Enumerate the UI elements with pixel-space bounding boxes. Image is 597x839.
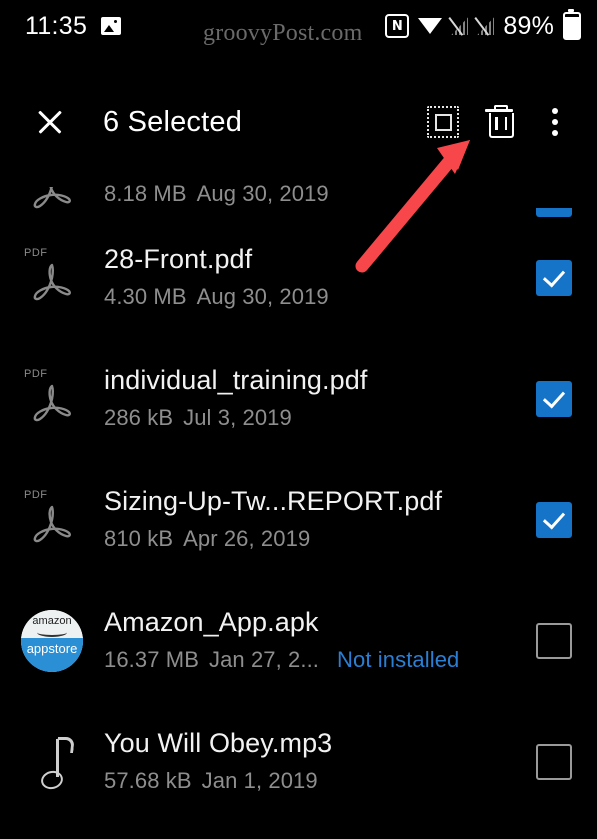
battery-percent-label: 89%	[503, 11, 554, 40]
checkbox-unchecked[interactable]	[536, 622, 572, 659]
list-item[interactable]: PDF Sizing-Up-Tw...REPORT.pdf 810 kB Apr …	[0, 459, 597, 580]
file-name: 28-Front.pdf	[104, 244, 253, 275]
file-name: You Will Obey.mp3	[104, 728, 333, 759]
file-checkbox-wrap[interactable]	[511, 580, 597, 701]
select-all-icon	[427, 106, 459, 138]
file-type-icon-wrap: PDF	[0, 217, 104, 338]
overflow-menu-icon	[552, 108, 558, 136]
file-meta: 57.68 kB Jan 1, 2019	[104, 766, 499, 796]
list-item[interactable]: PDF 8.18 MB Aug 30, 2019	[0, 156, 597, 217]
list-item[interactable]: PDF 28-Front.pdf 4.30 MB Aug 30, 2019	[0, 217, 597, 338]
status-bar-left-icons	[101, 17, 122, 35]
file-meta: 810 kB Apr 26, 2019	[104, 524, 499, 554]
selection-toolbar: 6 Selected	[0, 88, 597, 156]
file-date: Apr 26, 2019	[183, 526, 311, 552]
image-icon	[101, 17, 122, 35]
signal-off-icon	[448, 17, 469, 36]
file-name: individual_training.pdf	[104, 365, 368, 396]
phone-screen: 11:35 N 89% groovyPost.com 6 Selected 8.…	[0, 0, 597, 839]
pdf-icon: PDF	[22, 368, 82, 430]
file-date: Jan 1, 2019	[201, 768, 318, 794]
file-type-icon-wrap: PDF	[0, 338, 104, 459]
file-name: Amazon_App.apk	[104, 607, 319, 638]
status-bar-right-icons: N 89%	[385, 0, 581, 52]
list-item[interactable]: You Will Obey.mp3 57.68 kB Jan 1, 2019	[0, 701, 597, 822]
list-item[interactable]: amazon appstore Amazon_App.apk 16.37 MB J…	[0, 580, 597, 701]
file-checkbox-wrap[interactable]	[511, 217, 597, 338]
delete-icon	[485, 105, 514, 138]
file-meta: 286 kB Jul 3, 2019	[104, 403, 499, 433]
list-item[interactable]: PDF individual_training.pdf 286 kB Jul 3,…	[0, 338, 597, 459]
file-info: Sizing-Up-Tw...REPORT.pdf 810 kB Apr 26, …	[104, 485, 511, 554]
file-info: 28-Front.pdf 4.30 MB Aug 30, 2019	[104, 243, 511, 312]
select-all-button[interactable]	[415, 94, 471, 150]
pdf-icon: PDF	[22, 247, 82, 309]
file-size: 810 kB	[104, 526, 174, 552]
file-meta: 16.37 MB Jan 27, 2... Not installed	[104, 645, 499, 675]
checkbox-unchecked[interactable]	[536, 743, 572, 780]
file-meta: 4.30 MB Aug 30, 2019	[104, 282, 499, 312]
file-date: Jul 3, 2019	[183, 405, 292, 431]
file-checkbox-wrap[interactable]	[511, 156, 597, 217]
file-size: 16.37 MB	[104, 647, 199, 673]
file-type-icon-wrap: PDF	[0, 156, 104, 217]
file-date: Aug 30, 2019	[196, 284, 329, 310]
file-info: individual_training.pdf 286 kB Jul 3, 201…	[104, 364, 511, 433]
toolbar-actions	[415, 88, 583, 156]
file-type-icon-wrap: PDF	[0, 459, 104, 580]
file-list[interactable]: PDF 8.18 MB Aug 30, 2019 PDF	[0, 156, 597, 839]
status-bar-clock: 11:35	[25, 11, 88, 40]
file-type-icon-wrap: amazon appstore	[0, 580, 104, 701]
status-bar: 11:35 N 89%	[0, 0, 597, 52]
checkbox-checked[interactable]	[536, 501, 572, 538]
file-date: Jan 27, 2...	[208, 647, 320, 673]
wifi-icon	[418, 17, 443, 34]
file-date: Aug 30, 2019	[196, 181, 329, 207]
checkbox-checked[interactable]	[536, 380, 572, 417]
pdf-icon: PDF	[22, 187, 82, 217]
close-icon[interactable]	[24, 96, 76, 148]
signal-off-icon	[474, 17, 495, 36]
selection-count-title: 6 Selected	[103, 105, 243, 138]
music-note-icon	[29, 735, 75, 791]
file-checkbox-wrap[interactable]	[511, 701, 597, 822]
file-size: 57.68 kB	[104, 768, 192, 794]
delete-button[interactable]	[471, 94, 527, 150]
file-checkbox-wrap[interactable]	[511, 338, 597, 459]
file-checkbox-wrap[interactable]	[511, 459, 597, 580]
checkbox-checked[interactable]	[536, 208, 572, 217]
amazon-appstore-icon: amazon appstore	[21, 609, 83, 672]
file-info: You Will Obey.mp3 57.68 kB Jan 1, 2019	[104, 727, 511, 796]
file-info: 8.18 MB Aug 30, 2019	[104, 179, 511, 217]
pdf-icon: PDF	[22, 489, 82, 551]
file-meta: 8.18 MB Aug 30, 2019	[104, 179, 499, 217]
file-type-icon-wrap	[0, 701, 104, 822]
checkbox-checked[interactable]	[536, 259, 572, 296]
overflow-menu-button[interactable]	[527, 94, 583, 150]
file-name: Sizing-Up-Tw...REPORT.pdf	[104, 486, 443, 517]
battery-icon	[563, 9, 581, 40]
nfc-icon: N	[385, 14, 410, 38]
file-info: Amazon_App.apk 16.37 MB Jan 27, 2... Not i…	[104, 606, 511, 675]
file-size: 8.18 MB	[104, 181, 187, 207]
file-size: 4.30 MB	[104, 284, 187, 310]
file-size: 286 kB	[104, 405, 174, 431]
install-status-label: Not installed	[337, 647, 460, 673]
